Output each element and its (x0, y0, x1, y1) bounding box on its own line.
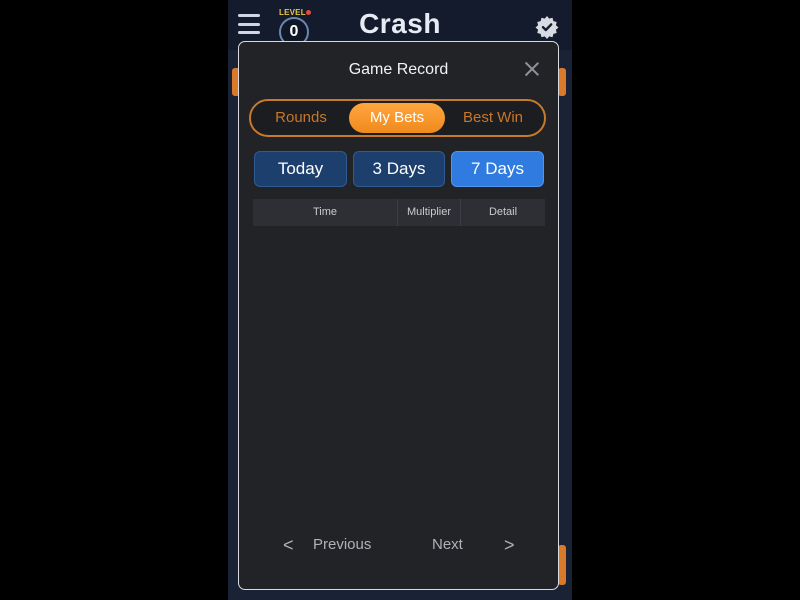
3-days-filter-button[interactable]: 3 Days (353, 151, 445, 187)
today-filter-button[interactable]: Today (254, 151, 347, 187)
gear-icon[interactable] (534, 14, 560, 40)
background-panel-edge (558, 545, 566, 585)
modal-title: Game Record (348, 61, 449, 78)
chevron-left-icon[interactable]: < (283, 532, 294, 558)
column-header-detail: Detail (488, 206, 518, 218)
previous-page-button[interactable]: Previous (313, 532, 371, 558)
record-type-tabs: Rounds My Bets Best Win (249, 99, 546, 137)
close-icon[interactable] (523, 60, 541, 78)
column-header-multiplier: Multiplier (398, 199, 461, 226)
screen: LEVEL 0 Crash Game Record Rounds My Bets… (0, 0, 800, 600)
next-page-button[interactable]: Next (432, 532, 463, 558)
game-record-modal: Game Record Rounds My Bets Best Win Toda… (238, 41, 559, 590)
tab-my-bets[interactable]: My Bets (349, 103, 445, 133)
records-table-header: Time Multiplier Detail (253, 199, 545, 226)
app-title: Crash (359, 8, 441, 39)
chevron-right-icon[interactable]: > (504, 532, 515, 558)
column-header-time: Time (253, 199, 398, 226)
tab-rounds[interactable]: Rounds (253, 103, 349, 133)
background-panel-edge (558, 68, 566, 96)
pagination: < Previous Next > (239, 532, 558, 558)
7-days-filter-button[interactable]: 7 Days (451, 151, 544, 187)
tab-best-win[interactable]: Best Win (445, 103, 541, 133)
